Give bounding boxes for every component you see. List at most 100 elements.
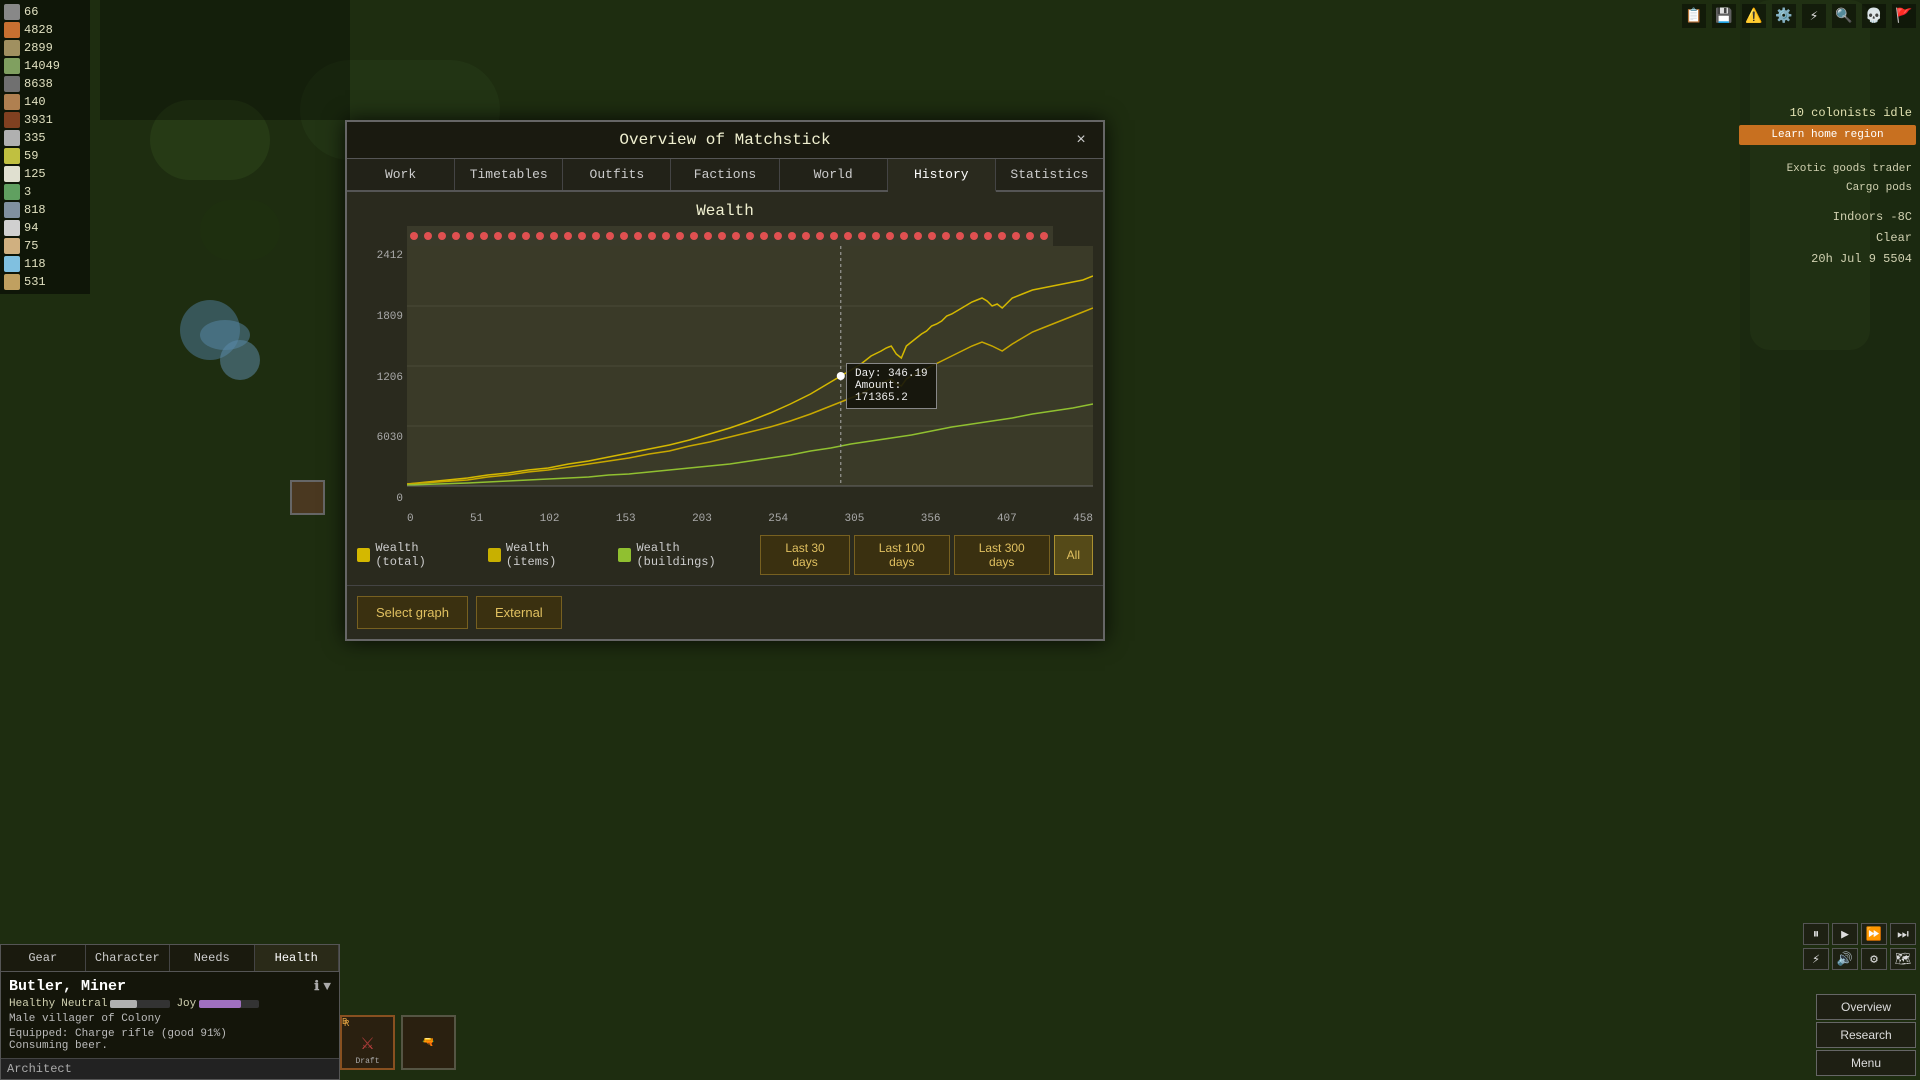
- event-dot[interactable]: [788, 232, 796, 240]
- resource-row: 125: [4, 166, 86, 182]
- power-icon[interactable]: ⚡: [1802, 4, 1826, 28]
- filter-100d[interactable]: Last 100 days: [854, 535, 950, 575]
- event-dot[interactable]: [466, 232, 474, 240]
- extra-btn-3[interactable]: ⚙: [1861, 948, 1887, 970]
- legend-color-buildings: [618, 548, 631, 562]
- menu-button[interactable]: Menu: [1816, 1050, 1916, 1076]
- play-button[interactable]: ▶: [1832, 923, 1858, 945]
- event-dot[interactable]: [774, 232, 782, 240]
- event-dot[interactable]: [578, 232, 586, 240]
- event-dot[interactable]: [424, 232, 432, 240]
- tab-outfits[interactable]: Outfits: [563, 159, 671, 190]
- event-dot[interactable]: [914, 232, 922, 240]
- y-label: 2412: [357, 250, 403, 262]
- tab-health[interactable]: Health: [255, 945, 340, 971]
- tab-gear[interactable]: Gear: [1, 945, 86, 971]
- save-icon[interactable]: 💾: [1712, 4, 1736, 28]
- extra-btn-2[interactable]: 🔊: [1832, 948, 1858, 970]
- event-dot[interactable]: [452, 232, 460, 240]
- external-button[interactable]: External: [476, 596, 562, 629]
- tab-factions[interactable]: Factions: [671, 159, 779, 190]
- event-dot[interactable]: [760, 232, 768, 240]
- event-dot[interactable]: [606, 232, 614, 240]
- event-dot[interactable]: [802, 232, 810, 240]
- event-dot[interactable]: [690, 232, 698, 240]
- settings-icon[interactable]: ⚙️: [1772, 4, 1796, 28]
- tab-character[interactable]: Character: [86, 945, 171, 971]
- fast-forward-button[interactable]: ⏩: [1861, 923, 1887, 945]
- tab-statistics[interactable]: Statistics: [996, 159, 1103, 190]
- event-dot[interactable]: [1012, 232, 1020, 240]
- event-dot[interactable]: [410, 232, 418, 240]
- event-dot[interactable]: [746, 232, 754, 240]
- event-dot[interactable]: [648, 232, 656, 240]
- tab-timetables[interactable]: Timetables: [455, 159, 563, 190]
- alert-icon[interactable]: ⚠️: [1742, 4, 1766, 28]
- event-dot[interactable]: [942, 232, 950, 240]
- draft-icon-btn[interactable]: ⚔ Draft R: [340, 1015, 395, 1070]
- extra-btn-1[interactable]: ⚡: [1803, 948, 1829, 970]
- ultra-fast-button[interactable]: ⏭: [1890, 923, 1916, 945]
- event-dot[interactable]: [550, 232, 558, 240]
- event-dot[interactable]: [956, 232, 964, 240]
- joy-bar-fill: [199, 1000, 241, 1008]
- info-icon[interactable]: ℹ: [314, 979, 319, 994]
- event-dot[interactable]: [718, 232, 726, 240]
- event-dot[interactable]: [676, 232, 684, 240]
- event-dot[interactable]: [830, 232, 838, 240]
- event-dot[interactable]: [494, 232, 502, 240]
- tab-history[interactable]: History: [888, 159, 996, 192]
- search-icon[interactable]: 🔍: [1832, 4, 1856, 28]
- event-dot[interactable]: [844, 232, 852, 240]
- event-dot[interactable]: [620, 232, 628, 240]
- event-dot[interactable]: [858, 232, 866, 240]
- colony-icon[interactable]: 📋: [1682, 4, 1706, 28]
- overview-button[interactable]: Overview: [1816, 994, 1916, 1020]
- tab-needs[interactable]: Needs: [170, 945, 255, 971]
- learn-home-region-button[interactable]: Learn home region: [1739, 125, 1916, 145]
- resource-icon: [4, 256, 20, 272]
- draft-label: Draft: [355, 1057, 379, 1066]
- shadow-area: [100, 0, 350, 120]
- skull-icon[interactable]: 💀: [1862, 4, 1886, 28]
- event-dot[interactable]: [816, 232, 824, 240]
- event-dot[interactable]: [634, 232, 642, 240]
- weapon-icon-btn[interactable]: 🔫 B: [401, 1015, 456, 1070]
- x-label: 0: [407, 513, 414, 525]
- flag-icon[interactable]: 🚩: [1892, 4, 1916, 28]
- event-dot[interactable]: [592, 232, 600, 240]
- event-dot[interactable]: [564, 232, 572, 240]
- event-dot[interactable]: [970, 232, 978, 240]
- event-dot[interactable]: [872, 232, 880, 240]
- tab-world[interactable]: World: [780, 159, 888, 190]
- event-dot[interactable]: [732, 232, 740, 240]
- event-dot[interactable]: [522, 232, 530, 240]
- event-dot[interactable]: [998, 232, 1006, 240]
- expand-icon[interactable]: ▼: [323, 979, 331, 994]
- event-dot[interactable]: [900, 232, 908, 240]
- tab-work[interactable]: Work: [347, 159, 455, 190]
- filter-all[interactable]: All: [1054, 535, 1093, 575]
- close-button[interactable]: ×: [1071, 130, 1091, 150]
- event-dot[interactable]: [984, 232, 992, 240]
- event-dot[interactable]: [480, 232, 488, 240]
- filter-30d[interactable]: Last 30 days: [760, 535, 850, 575]
- extra-btn-4[interactable]: 🗺: [1890, 948, 1916, 970]
- health-label: Healthy: [9, 998, 55, 1010]
- research-button[interactable]: Research: [1816, 1022, 1916, 1048]
- resource-row: 8638: [4, 76, 86, 92]
- event-dot[interactable]: [438, 232, 446, 240]
- select-graph-button[interactable]: Select graph: [357, 596, 468, 629]
- wealth-chart[interactable]: [407, 246, 1093, 506]
- event-dot[interactable]: [928, 232, 936, 240]
- event-dot[interactable]: [508, 232, 516, 240]
- filter-300d[interactable]: Last 300 days: [954, 535, 1050, 575]
- event-dot[interactable]: [704, 232, 712, 240]
- event-dot[interactable]: [1040, 232, 1048, 240]
- graph-svg-container[interactable]: 0 51 102 153 203 254 305 356 407 458 Day…: [407, 246, 1093, 525]
- event-dot[interactable]: [662, 232, 670, 240]
- event-dot[interactable]: [886, 232, 894, 240]
- event-dot[interactable]: [536, 232, 544, 240]
- pause-button[interactable]: ⏸: [1803, 923, 1829, 945]
- event-dot[interactable]: [1026, 232, 1034, 240]
